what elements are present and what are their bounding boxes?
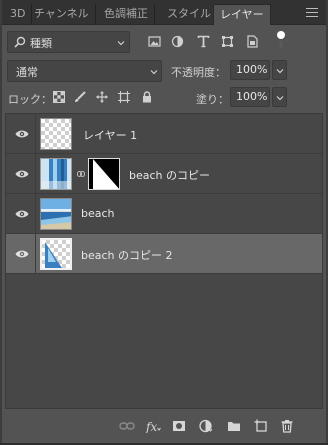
panel-menu-icon[interactable] xyxy=(306,8,318,17)
layer-row-selected[interactable]: beach のコピー 2 xyxy=(6,234,322,274)
shape-layer-filter-icon[interactable] xyxy=(221,35,234,48)
layer-mask-thumbnail[interactable] xyxy=(88,158,120,190)
layer-style-fx-icon[interactable]: fx xyxy=(145,419,161,433)
opacity-input[interactable]: 100% xyxy=(230,60,270,80)
layer-name[interactable]: beach のコピー xyxy=(129,167,210,183)
link-layers-icon[interactable] xyxy=(119,419,135,433)
search-icon xyxy=(14,36,26,48)
lock-image-pixels-icon[interactable] xyxy=(74,91,86,103)
mask-link-icon[interactable] xyxy=(77,171,85,177)
filter-kind-select[interactable]: 種類 xyxy=(7,31,130,53)
chevron-down-icon xyxy=(276,69,284,74)
blend-mode-select[interactable]: 通常 xyxy=(7,60,162,82)
lock-all-icon[interactable] xyxy=(141,91,153,103)
visibility-eye-icon[interactable] xyxy=(15,129,29,139)
delete-layer-trash-icon[interactable] xyxy=(280,419,294,433)
layer-thumbnail xyxy=(40,118,72,150)
row-divider xyxy=(35,234,36,274)
adjustment-layer-filter-icon[interactable] xyxy=(171,35,184,48)
panel-tab-bar: 3D チャンネル 色調補正 スタイル レイヤー xyxy=(2,0,326,25)
fill-label: 塗り： xyxy=(196,93,229,106)
layer-name[interactable]: beach xyxy=(81,207,115,220)
layer-row[interactable]: beach のコピー xyxy=(6,154,322,194)
opacity-slider-button[interactable] xyxy=(272,60,287,80)
layer-thumbnail xyxy=(40,198,72,230)
type-layer-filter-icon[interactable] xyxy=(197,35,210,48)
layers-list: レイヤー 1 beach のコピー beach beach のコピー 2 xyxy=(5,113,323,409)
row-divider xyxy=(35,154,36,194)
add-mask-icon[interactable] xyxy=(172,419,186,433)
new-group-folder-icon[interactable] xyxy=(227,419,241,433)
lock-transparent-pixels-icon[interactable] xyxy=(53,91,65,103)
new-adjustment-layer-icon[interactable] xyxy=(199,419,213,433)
chevron-down-icon xyxy=(117,41,125,46)
layer-thumbnail xyxy=(40,238,72,270)
tab-channels[interactable]: チャンネル xyxy=(28,4,96,25)
row-divider xyxy=(35,194,36,234)
filter-kind-label: 種類 xyxy=(30,37,52,50)
blend-mode-value: 通常 xyxy=(16,66,38,79)
visibility-eye-icon[interactable] xyxy=(15,209,29,219)
visibility-eye-icon[interactable] xyxy=(15,249,29,259)
fill-slider-button[interactable] xyxy=(272,87,287,107)
fill-input[interactable]: 100% xyxy=(230,87,270,107)
tab-adjustments[interactable]: 色調補正 xyxy=(98,4,155,25)
row-divider xyxy=(35,114,36,154)
layer-row[interactable]: レイヤー 1 xyxy=(6,114,322,154)
layers-bottom-toolbar: fx xyxy=(2,413,326,443)
svg-text:fx: fx xyxy=(145,420,157,433)
smart-object-filter-icon[interactable] xyxy=(246,35,259,48)
chevron-down-icon xyxy=(276,96,284,101)
layer-name[interactable]: レイヤー 1 xyxy=(83,127,137,143)
layer-row[interactable]: beach xyxy=(6,194,322,234)
tab-layers[interactable]: レイヤー xyxy=(213,4,271,25)
layer-thumbnail xyxy=(40,158,72,190)
chevron-down-icon xyxy=(150,70,158,75)
filter-toggle-icon[interactable] xyxy=(275,30,287,50)
tab-styles[interactable]: スタイル xyxy=(161,4,218,25)
opacity-label: 不透明度： xyxy=(171,66,226,79)
visibility-eye-icon[interactable] xyxy=(15,169,29,179)
pixel-layer-filter-icon[interactable] xyxy=(148,35,161,48)
lock-label: ロック： xyxy=(8,93,52,106)
layer-name[interactable]: beach のコピー 2 xyxy=(81,247,173,263)
lock-artboard-icon[interactable] xyxy=(118,91,130,103)
new-layer-icon[interactable] xyxy=(254,419,268,433)
lock-position-icon[interactable] xyxy=(96,91,108,103)
